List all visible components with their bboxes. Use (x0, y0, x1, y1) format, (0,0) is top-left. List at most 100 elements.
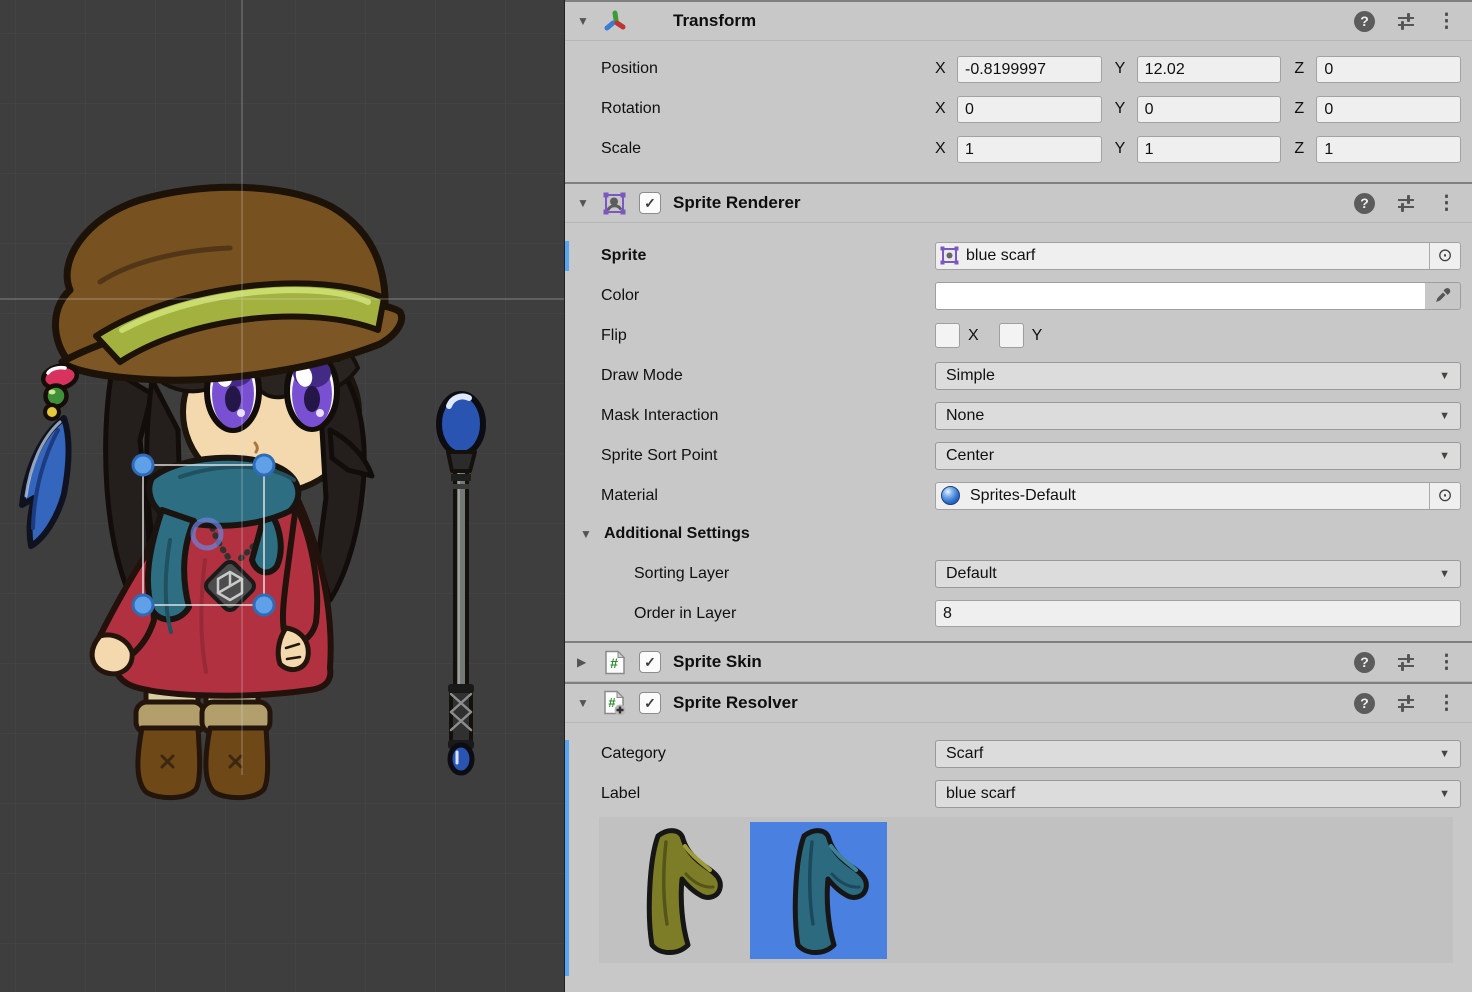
component-enabled-checkbox[interactable]: ✓ (639, 192, 661, 214)
label-label: Label (601, 785, 935, 803)
transform-header[interactable]: ▼ Transform ? ⋮ (565, 0, 1472, 41)
help-icon[interactable]: ? (1354, 693, 1375, 714)
flip-y-label: Y (1032, 327, 1043, 345)
position-label: Position (601, 60, 935, 78)
foldout-icon[interactable]: ▼ (577, 196, 601, 210)
position-x-field[interactable]: -0.8199997 (957, 56, 1102, 83)
component-sprite-skin: ▶ # ✓ Sprite Skin ? ⋮ (565, 641, 1472, 682)
mask-interaction-label: Mask Interaction (601, 407, 935, 425)
chevron-down-icon: ▼ (1439, 748, 1450, 760)
material-label: Material (601, 487, 935, 505)
component-title: Sprite Skin (673, 652, 762, 672)
chevron-down-icon: ▼ (1439, 410, 1450, 422)
label-row: Label blue scarf ▼ (565, 779, 1461, 808)
component-enabled-checkbox[interactable]: ✓ (639, 692, 661, 714)
hat (55, 187, 401, 380)
category-label: Category (601, 745, 935, 763)
order-in-layer-row: Order in Layer 8 (565, 599, 1461, 628)
axis-z-label: Z (1294, 140, 1309, 158)
transform-icon (601, 8, 628, 34)
eyedropper-icon[interactable] (1425, 283, 1460, 309)
sprite-sort-point-value: Center (946, 447, 994, 465)
scale-x-field[interactable]: 1 (957, 136, 1102, 163)
material-object-field[interactable]: Sprites-Default ⊙ (935, 482, 1461, 510)
sprite-renderer-header[interactable]: ▼ ✓ Sprite Renderer ? ⋮ (565, 182, 1472, 223)
scene-view[interactable] (0, 0, 564, 992)
draw-mode-label: Draw Mode (601, 367, 935, 385)
flip-x-checkbox[interactable] (935, 323, 960, 348)
axis-z-label: Z (1294, 100, 1309, 118)
component-sprite-resolver: ▼ # ✓ Sprite Resolver ? ⋮ Category Scarf… (565, 682, 1472, 963)
draw-mode-value: Simple (946, 367, 995, 385)
color-field[interactable] (935, 282, 1461, 310)
sprite-mini-icon (940, 246, 959, 265)
menu-icon[interactable]: ⋮ (1437, 12, 1456, 31)
category-dropdown[interactable]: Scarf ▼ (935, 740, 1461, 768)
help-icon[interactable]: ? (1354, 652, 1375, 673)
sprite-object-field[interactable]: blue scarf ⊙ (935, 242, 1461, 270)
axis-y-label: Y (1115, 60, 1130, 78)
preset-icon[interactable] (1395, 692, 1417, 714)
sprite-resolver-header[interactable]: ▼ # ✓ Sprite Resolver ? ⋮ (565, 682, 1472, 723)
preset-icon[interactable] (1395, 651, 1417, 673)
rotation-z-field[interactable]: 0 (1316, 96, 1461, 123)
chevron-down-icon: ▼ (1439, 788, 1450, 800)
sorting-layer-dropdown[interactable]: Default ▼ (935, 560, 1461, 588)
help-icon[interactable]: ? (1354, 11, 1375, 32)
position-z-field[interactable]: 0 (1316, 56, 1461, 83)
additional-settings-label: Additional Settings (604, 525, 750, 543)
component-enabled-checkbox[interactable]: ✓ (639, 651, 661, 673)
color-swatch[interactable] (936, 283, 1425, 309)
foldout-icon[interactable]: ▼ (577, 14, 601, 28)
rotation-y-field[interactable]: 0 (1137, 96, 1282, 123)
sprite-variant-strip (599, 817, 1453, 963)
sprite-thumb-blue-scarf[interactable] (750, 822, 887, 959)
material-object-value: Sprites-Default (967, 487, 1429, 505)
foldout-icon[interactable]: ▼ (580, 527, 604, 541)
axis-x-label: X (935, 60, 950, 78)
axis-y-label: Y (1115, 100, 1130, 118)
help-icon[interactable]: ? (1354, 193, 1375, 214)
flip-y-checkbox[interactable] (999, 323, 1024, 348)
chevron-down-icon: ▼ (1439, 568, 1450, 580)
script-icon: # (601, 649, 628, 675)
sprite-skin-header[interactable]: ▶ # ✓ Sprite Skin ? ⋮ (565, 641, 1472, 682)
menu-icon[interactable]: ⋮ (1437, 694, 1456, 713)
preset-icon[interactable] (1395, 192, 1417, 214)
menu-icon[interactable]: ⋮ (1437, 653, 1456, 672)
scale-z-field[interactable]: 1 (1316, 136, 1461, 163)
component-title: Sprite Resolver (673, 693, 798, 713)
label-dropdown[interactable]: blue scarf ▼ (935, 780, 1461, 808)
additional-settings-row[interactable]: ▼ Additional Settings (565, 521, 1461, 547)
foldout-icon[interactable]: ▼ (577, 696, 601, 710)
component-transform: ▼ Transform ? ⋮ Position X -0.8199997 Y 12… (565, 0, 1472, 182)
rotation-label: Rotation (601, 100, 935, 118)
chevron-down-icon: ▼ (1439, 450, 1450, 462)
category-row: Category Scarf ▼ (565, 739, 1461, 768)
sprite-sort-point-label: Sprite Sort Point (601, 447, 935, 465)
rotation-x-field[interactable]: 0 (957, 96, 1102, 123)
draw-mode-row: Draw Mode Simple ▼ (565, 361, 1461, 390)
color-label: Color (601, 287, 935, 305)
object-picker-icon[interactable]: ⊙ (1429, 483, 1460, 509)
component-sprite-renderer: ▼ ✓ Sprite Renderer ? ⋮ Sprite blue scar… (565, 182, 1472, 641)
scale-row: Scale X1 Y1 Z1 (565, 135, 1461, 163)
axis-x-label: X (935, 140, 950, 158)
position-y-field[interactable]: 12.02 (1137, 56, 1282, 83)
staff-orb (439, 394, 483, 454)
scene-canvas[interactable] (0, 0, 564, 992)
mask-interaction-dropdown[interactable]: None ▼ (935, 402, 1461, 430)
menu-icon[interactable]: ⋮ (1437, 194, 1456, 213)
object-picker-icon[interactable]: ⊙ (1429, 243, 1460, 269)
order-in-layer-field[interactable]: 8 (935, 600, 1461, 627)
preset-icon[interactable] (1395, 10, 1417, 32)
scale-y-field[interactable]: 1 (1137, 136, 1282, 163)
foldout-icon[interactable]: ▶ (577, 655, 601, 669)
sprite-sort-point-dropdown[interactable]: Center ▼ (935, 442, 1461, 470)
mask-interaction-row: Mask Interaction None ▼ (565, 401, 1461, 430)
sprite-thumb-green-scarf[interactable] (604, 822, 741, 959)
mask-interaction-value: None (946, 407, 984, 425)
draw-mode-dropdown[interactable]: Simple ▼ (935, 362, 1461, 390)
component-title: Sprite Renderer (673, 193, 801, 213)
material-sphere-icon (941, 486, 960, 505)
